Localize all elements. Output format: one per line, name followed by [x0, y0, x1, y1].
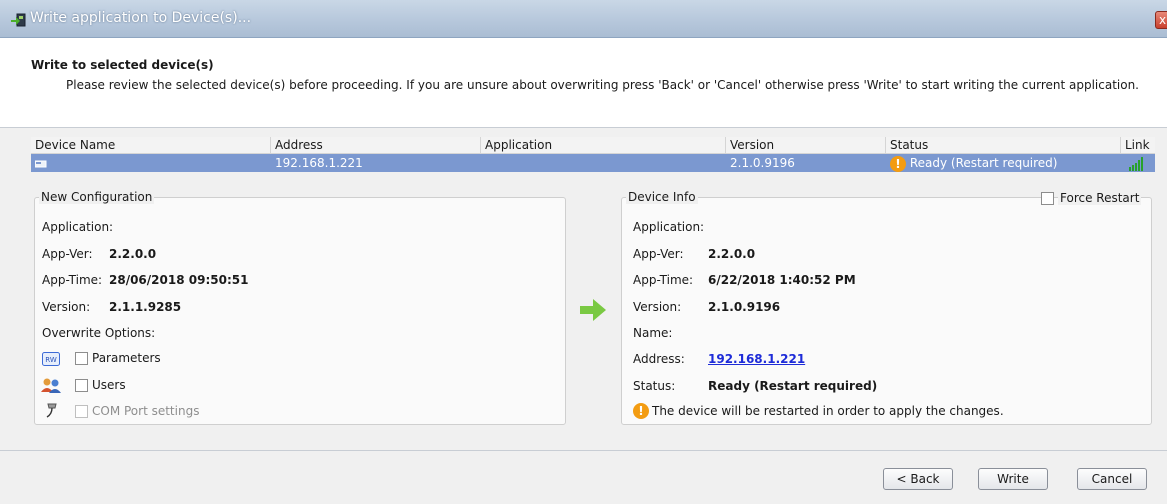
parameters-label: Parameters — [92, 351, 161, 365]
device-version-value: 2.1.0.9196 — [708, 300, 781, 314]
device-info-panel: Device Info Force Restart Application: A… — [621, 190, 1152, 425]
overwrite-options-label: Overwrite Options: — [42, 326, 156, 340]
device-address-link[interactable]: 192.168.1.221 — [708, 352, 805, 366]
wizard-header: Write to selected device(s) Please revie… — [0, 38, 1167, 128]
column-status[interactable]: Status — [886, 137, 1121, 154]
signal-strength-icon — [1129, 156, 1143, 171]
cell-address: 192.168.1.221 — [275, 156, 363, 170]
app-ver-value: 2.2.0.0 — [109, 247, 157, 261]
com-port-label: COM Port settings — [92, 404, 200, 418]
device-status-label: Status: — [633, 379, 676, 393]
app-time-value: 28/06/2018 09:50:51 — [109, 273, 249, 287]
device-name-label: Name: — [633, 326, 673, 340]
cell-status: ! Ready (Restart required) — [886, 154, 1121, 172]
com-port-icon — [46, 403, 57, 418]
close-button[interactable]: x — [1155, 11, 1167, 29]
window-title-bar: Write application to Device(s)... x — [0, 0, 1167, 38]
page-title: Write to selected device(s) — [31, 58, 214, 72]
back-button[interactable]: < Back — [883, 468, 953, 490]
version-value: 2.1.1.9285 — [109, 300, 182, 314]
device-status-value: Ready (Restart required) — [708, 379, 878, 393]
device-address-label: Address: — [633, 352, 685, 366]
device-application-label: Application: — [633, 220, 705, 234]
grid-header: Device Name Address Application Version … — [31, 137, 1155, 154]
cancel-button[interactable]: Cancel — [1077, 468, 1147, 490]
write-device-icon — [11, 13, 26, 27]
force-restart-label: Force Restart — [1058, 191, 1142, 205]
column-device-name[interactable]: Device Name — [31, 137, 271, 154]
cell-application — [481, 154, 726, 172]
new-configuration-legend: New Configuration — [39, 190, 155, 204]
com-port-checkbox[interactable] — [75, 405, 88, 418]
write-button[interactable]: Write — [978, 468, 1048, 490]
new-configuration-panel: New Configuration Application: App-Ver: … — [34, 190, 566, 425]
column-version[interactable]: Version — [726, 137, 886, 154]
device-app-ver-label: App-Ver: — [633, 247, 684, 261]
wizard-footer: < Back Write Cancel — [0, 450, 1167, 504]
device-app-time-label: App-Time: — [633, 273, 694, 287]
right-arrow-icon — [580, 299, 606, 321]
device-app-ver-value: 2.2.0.0 — [708, 247, 756, 261]
notice-warning-icon: ! — [633, 403, 649, 419]
table-row[interactable]: 192.168.1.221 2.1.0.9196 ! Ready (Restar… — [31, 154, 1155, 172]
column-application[interactable]: Application — [481, 137, 726, 154]
device-info-legend: Device Info — [626, 190, 698, 204]
device-app-time-value: 6/22/2018 1:40:52 PM — [708, 273, 856, 287]
column-address[interactable]: Address — [271, 137, 481, 154]
column-link[interactable]: Link — [1121, 137, 1155, 154]
page-description: Please review the selected device(s) bef… — [66, 78, 1139, 92]
force-restart-checkbox[interactable] — [1041, 192, 1054, 205]
app-ver-label: App-Ver: — [42, 247, 93, 261]
cell-link — [1121, 154, 1155, 172]
users-checkbox[interactable] — [75, 379, 88, 392]
status-text: Ready (Restart required) — [909, 156, 1058, 170]
svg-text:RW: RW — [45, 356, 57, 364]
application-label: Application: — [42, 220, 114, 234]
app-time-label: App-Time: — [42, 273, 103, 287]
device-icon — [34, 160, 47, 167]
restart-notice: The device will be restarted in order to… — [652, 404, 1004, 418]
warning-icon: ! — [890, 155, 906, 172]
version-label: Version: — [42, 300, 91, 314]
cell-version: 2.1.0.9196 — [730, 156, 795, 170]
window-title: Write application to Device(s)... — [30, 10, 252, 26]
cell-device-name — [31, 154, 271, 172]
users-icon — [41, 378, 61, 393]
device-version-label: Version: — [633, 300, 682, 314]
rw-parameters-icon: RW — [42, 352, 60, 366]
parameters-checkbox[interactable] — [75, 352, 88, 365]
users-label: Users — [92, 378, 126, 392]
